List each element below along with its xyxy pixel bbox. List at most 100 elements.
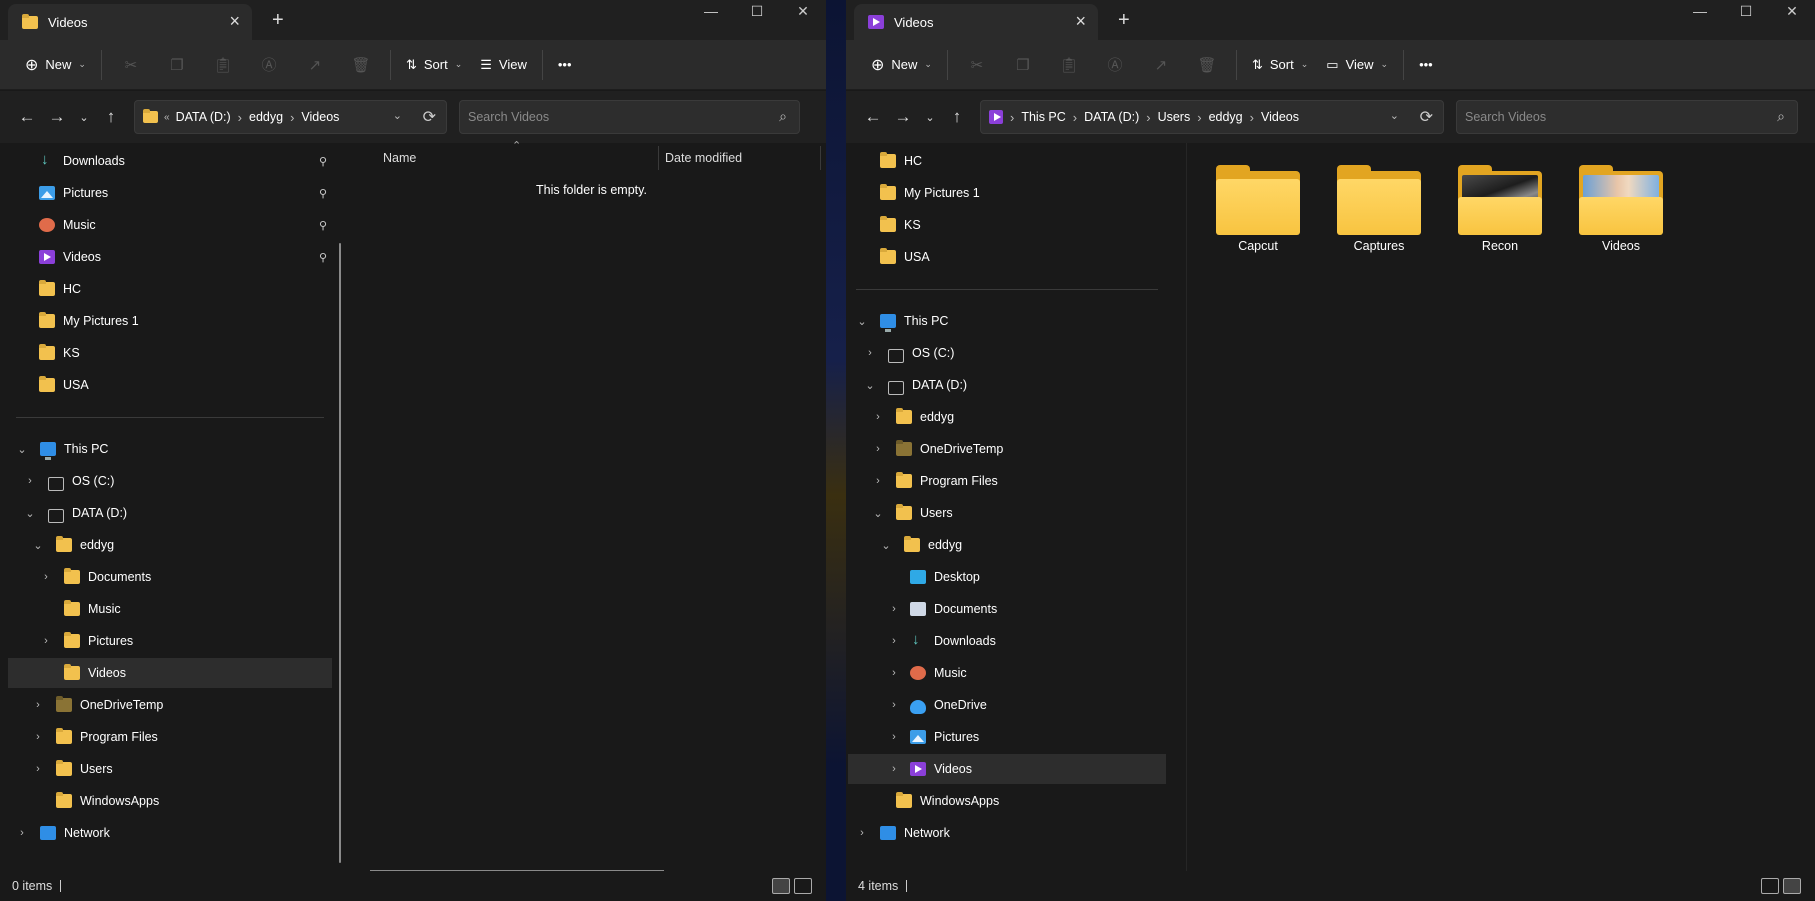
nav-item-data-d[interactable]: ⌄ DATA (D:): [22, 498, 127, 528]
nav-item-users-eddyg[interactable]: ⌄ eddyg: [878, 530, 962, 560]
chevron-right-icon[interactable]: ›: [22, 475, 38, 487]
close-window-button[interactable]: ✕: [1769, 0, 1815, 22]
chevron-right-icon[interactable]: ›: [886, 699, 902, 711]
breadcrumb-this-pc[interactable]: This PC: [1021, 110, 1065, 124]
recent-locations-chevron-icon[interactable]: ⌄: [918, 102, 942, 132]
nav-item-os-c[interactable]: › OS (C:): [862, 338, 954, 368]
search-input[interactable]: [1465, 110, 1731, 124]
nav-item-usa[interactable]: USA: [39, 370, 89, 400]
nav-item-downloads[interactable]: › Downloads: [886, 626, 996, 656]
column-divider[interactable]: [658, 146, 659, 170]
close-tab-icon[interactable]: ×: [229, 12, 240, 30]
view-button[interactable]: ☰ View: [471, 48, 536, 82]
chevron-right-icon[interactable]: ›: [14, 827, 30, 839]
column-header-name[interactable]: Name: [383, 143, 416, 173]
chevron-down-icon[interactable]: ⌄: [22, 507, 38, 520]
recent-locations-chevron-icon[interactable]: ⌄: [72, 102, 96, 132]
tiles-view-icon[interactable]: [1783, 878, 1801, 894]
nav-item-this-pc[interactable]: ⌄ This PC: [854, 306, 948, 336]
maximize-button[interactable]: ☐: [734, 0, 780, 22]
nav-item-windowsapps[interactable]: WindowsApps: [56, 786, 159, 816]
share-icon[interactable]: ↗: [300, 50, 330, 80]
details-view-icon[interactable]: [1761, 878, 1779, 894]
column-divider[interactable]: [820, 146, 821, 170]
chevron-right-icon[interactable]: ›: [854, 827, 870, 839]
chevron-right-icon[interactable]: ›: [886, 603, 902, 615]
chevron-right-icon[interactable]: ›: [886, 635, 902, 647]
folder-tile-videos[interactable]: Videos: [1566, 143, 1676, 253]
address-bar[interactable]: › This PC › DATA (D:) › Users › eddyg › …: [980, 100, 1444, 134]
nav-item-program-files[interactable]: › Program Files: [30, 722, 158, 752]
forward-button[interactable]: →: [42, 102, 72, 132]
nav-item-music[interactable]: Music ⚲: [39, 210, 329, 240]
folder-tile-capcut[interactable]: Capcut: [1203, 143, 1313, 253]
details-view-icon[interactable]: [772, 878, 790, 894]
chevron-right-icon[interactable]: ›: [30, 699, 46, 711]
chevron-right-icon[interactable]: ›: [870, 443, 886, 455]
nav-item-onedrivetemp[interactable]: › OneDriveTemp: [870, 434, 1003, 464]
cut-icon[interactable]: ✂: [116, 50, 146, 80]
nav-item-my-pictures-1[interactable]: My Pictures 1: [39, 306, 139, 336]
nav-item-music-folder[interactable]: Music: [64, 594, 121, 624]
chevron-right-icon[interactable]: ›: [862, 347, 878, 359]
maximize-button[interactable]: ☐: [1723, 0, 1769, 22]
close-tab-icon[interactable]: ×: [1075, 12, 1086, 30]
overflow-chevron[interactable]: «: [164, 112, 170, 123]
chevron-right-icon[interactable]: ›: [886, 763, 902, 775]
chevron-right-icon[interactable]: ›: [1197, 110, 1201, 125]
tab-videos[interactable]: Videos ×: [854, 4, 1098, 40]
nav-item-usa[interactable]: USA: [880, 242, 930, 272]
chevron-down-icon[interactable]: ⌄: [14, 443, 30, 456]
nav-item-hc[interactable]: HC: [39, 274, 81, 304]
chevron-right-icon[interactable]: ›: [870, 411, 886, 423]
chevron-down-icon[interactable]: ⌄: [870, 507, 886, 520]
back-button[interactable]: ←: [12, 102, 42, 132]
nav-item-data-d[interactable]: ⌄ DATA (D:): [862, 370, 967, 400]
nav-item-pictures[interactable]: › Pictures: [886, 722, 979, 752]
chevron-down-icon[interactable]: ⌄: [862, 379, 878, 392]
more-options-button[interactable]: •••: [549, 48, 581, 82]
chevron-right-icon[interactable]: ›: [870, 475, 886, 487]
tiles-view-icon[interactable]: [794, 878, 812, 894]
rename-icon[interactable]: Ⓐ: [1100, 50, 1130, 80]
search-input[interactable]: [468, 110, 733, 124]
nav-item-program-files[interactable]: › Program Files: [870, 466, 998, 496]
nav-item-windowsapps[interactable]: WindowsApps: [896, 786, 999, 816]
folder-tile-recon[interactable]: Recon: [1445, 143, 1555, 253]
nav-item-os-c[interactable]: › OS (C:): [22, 466, 114, 496]
chevron-right-icon[interactable]: ›: [1010, 110, 1014, 125]
breadcrumb-data-d[interactable]: DATA (D:): [1084, 110, 1139, 124]
breadcrumb-videos[interactable]: Videos: [301, 110, 339, 124]
copy-icon[interactable]: ❐: [1008, 50, 1038, 80]
search-box[interactable]: ⌕: [459, 100, 800, 134]
nav-item-ks[interactable]: KS: [880, 210, 921, 240]
paste-icon[interactable]: 📋︎: [208, 50, 238, 80]
nav-item-eddyg[interactable]: ⌄ eddyg: [30, 530, 114, 560]
rename-icon[interactable]: Ⓐ: [254, 50, 284, 80]
cut-icon[interactable]: ✂: [962, 50, 992, 80]
nav-item-pictures-folder[interactable]: › Pictures: [38, 626, 133, 656]
breadcrumb-videos[interactable]: Videos: [1261, 110, 1299, 124]
chevron-down-icon[interactable]: ⌄: [393, 109, 402, 122]
breadcrumb-eddyg[interactable]: eddyg: [1209, 110, 1243, 124]
chevron-down-icon[interactable]: ⌄: [1390, 109, 1399, 122]
nav-item-users[interactable]: › Users: [30, 754, 113, 784]
refresh-icon[interactable]: ⟳: [1420, 107, 1433, 127]
nav-item-network[interactable]: › Network: [14, 818, 110, 848]
column-header-date-modified[interactable]: Date modified: [665, 143, 742, 173]
new-button[interactable]: ⊕ New ⌄: [16, 48, 95, 82]
copy-icon[interactable]: ❐: [162, 50, 192, 80]
new-tab-button[interactable]: +: [1118, 9, 1130, 32]
close-window-button[interactable]: ✕: [780, 0, 826, 22]
address-bar[interactable]: « DATA (D:) › eddyg › Videos ⌄ ⟳: [134, 100, 447, 134]
nav-scrollbar[interactable]: [339, 243, 341, 863]
nav-item-pictures[interactable]: Pictures ⚲: [39, 178, 329, 208]
nav-item-onedrivetemp[interactable]: › OneDriveTemp: [30, 690, 163, 720]
chevron-right-icon[interactable]: ›: [30, 731, 46, 743]
sort-button[interactable]: ⇅ Sort ⌄: [1243, 48, 1317, 82]
nav-item-eddyg[interactable]: › eddyg: [870, 402, 954, 432]
sort-button[interactable]: ⇅ Sort ⌄: [397, 48, 471, 82]
nav-item-onedrive[interactable]: › OneDrive: [886, 690, 987, 720]
nav-item-ks[interactable]: KS: [39, 338, 80, 368]
chevron-right-icon[interactable]: ›: [886, 667, 902, 679]
